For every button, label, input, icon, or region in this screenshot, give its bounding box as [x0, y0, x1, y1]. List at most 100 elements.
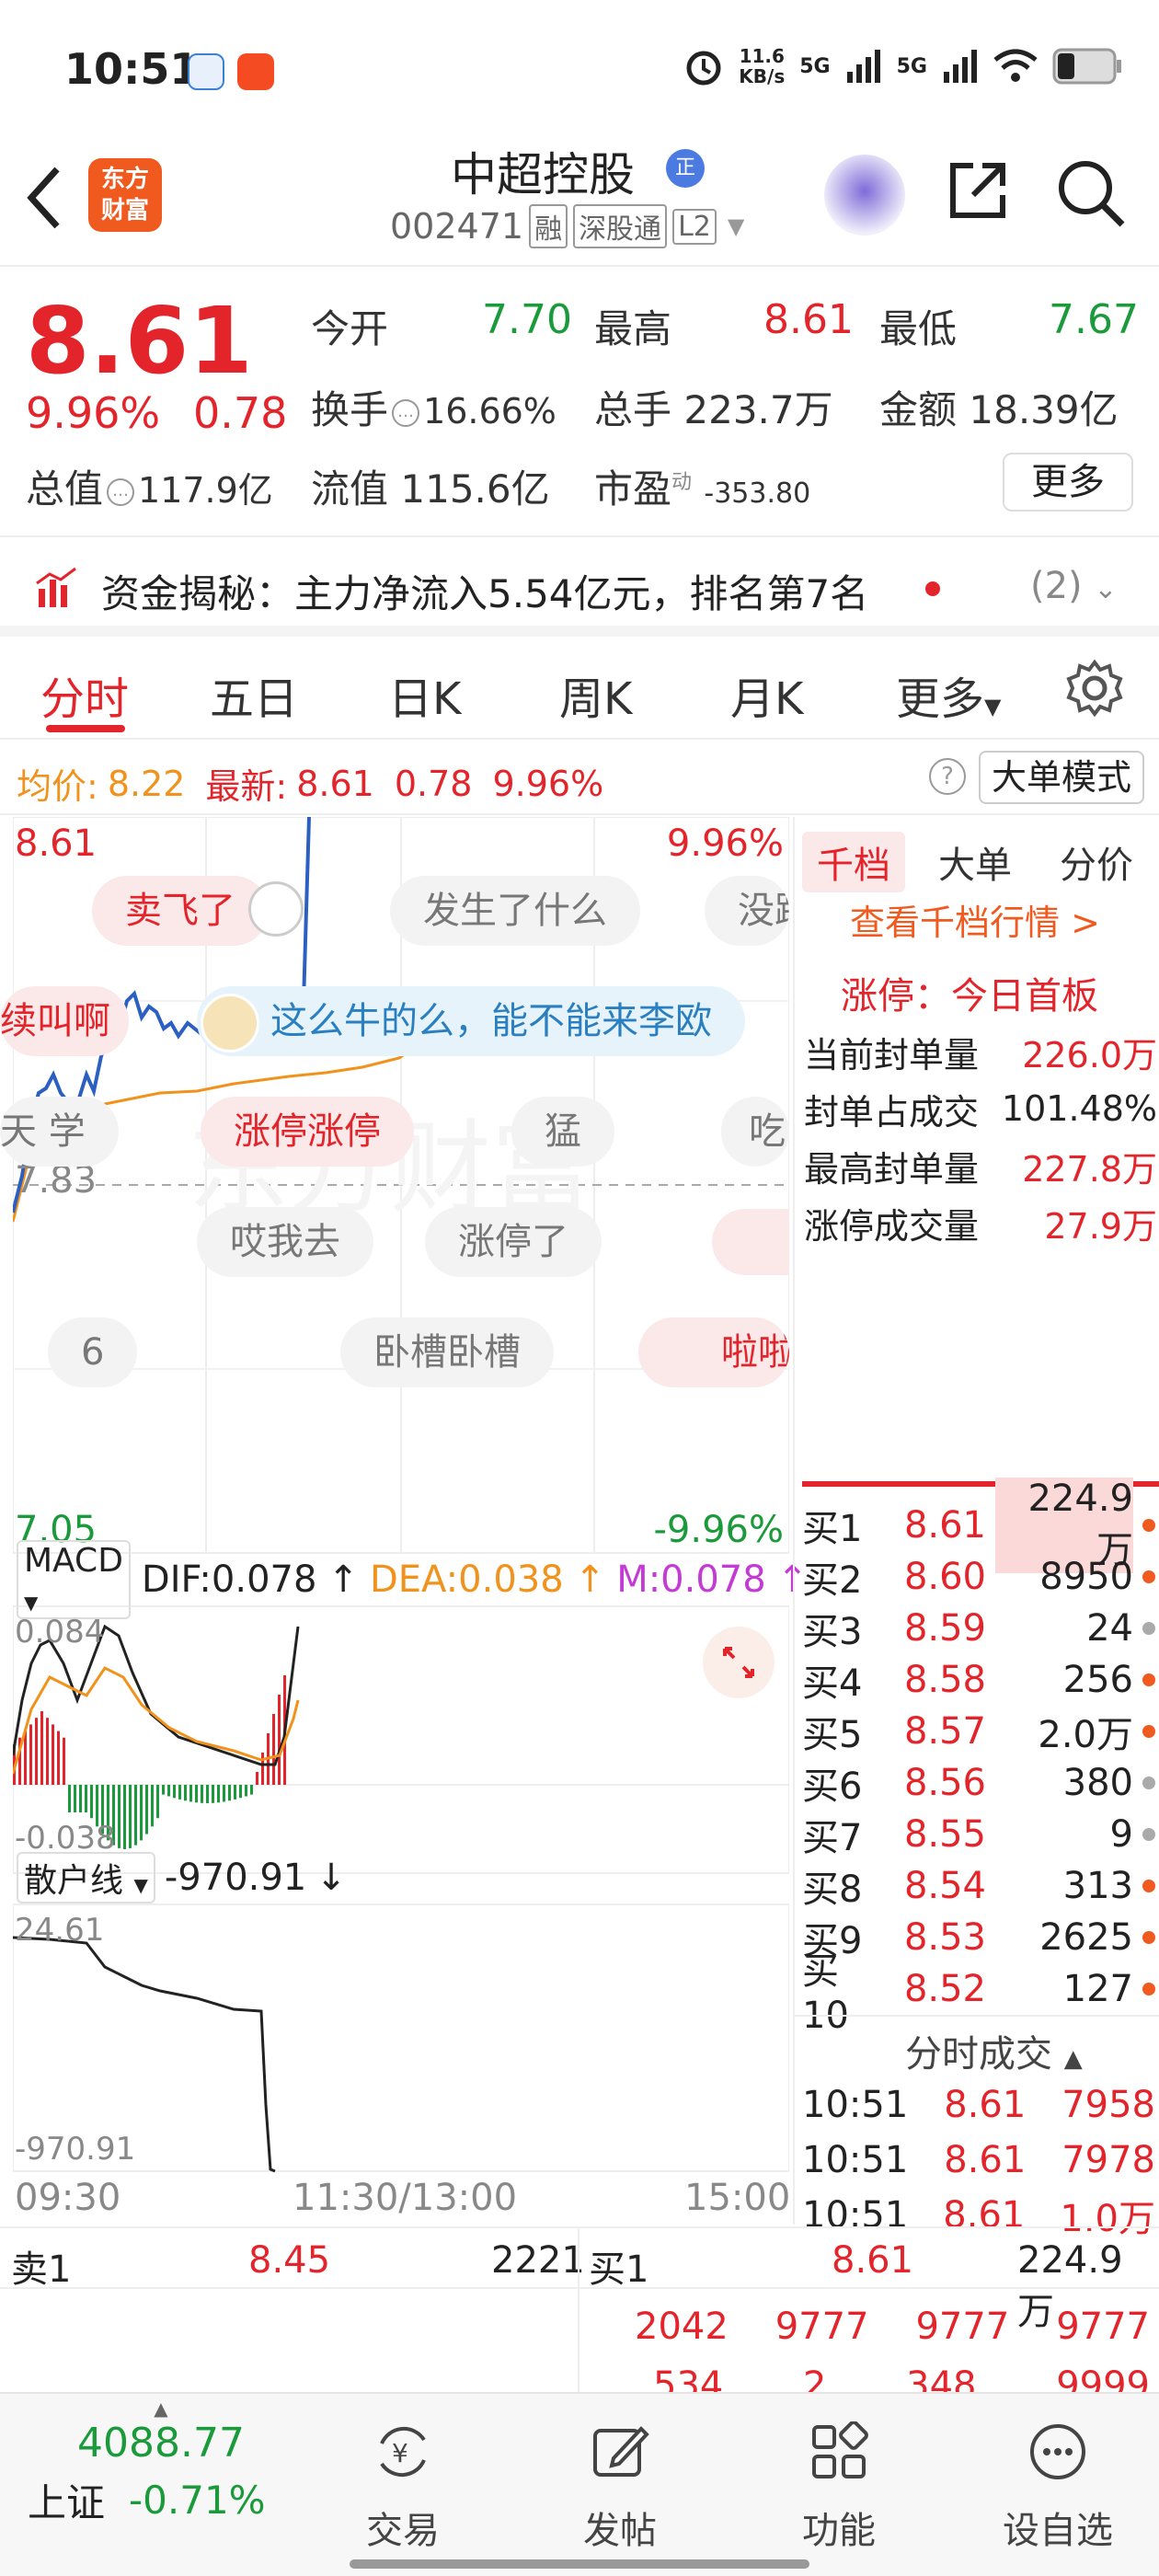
comment-bubble[interactable]: 天 学 — [0, 1097, 119, 1167]
app-notification-icon — [188, 53, 224, 90]
tab-five-day[interactable]: 五日 — [210, 662, 298, 727]
change-percent: 9.96% — [26, 388, 161, 438]
comment-bubble[interactable]: 卖飞了 — [92, 876, 269, 946]
tab-price-dist[interactable]: 分价 — [1060, 835, 1133, 889]
tab-daily-k[interactable]: 日K — [388, 662, 461, 727]
pe-label[interactable]: 市盈动 -353.80 — [594, 458, 810, 514]
current-price: 8.61 — [26, 287, 253, 395]
comment-bubble[interactable]: 猛 — [511, 1097, 614, 1167]
view-levels-link[interactable]: 查看千档行情 > — [850, 894, 1100, 945]
comment-bubble[interactable]: 哎我去 — [197, 1207, 373, 1277]
bar-chart-icon — [36, 567, 76, 607]
comment-bubble[interactable]: 续叫啊 — [0, 986, 129, 1056]
comment-bubble[interactable]: 这么牛的么，能不能来李欧 — [197, 986, 745, 1056]
comment-bubble[interactable]: 卧槽卧槽 — [340, 1317, 554, 1387]
stock-code-row[interactable]: 002471 融 深股通 L2 ▼ — [390, 204, 744, 248]
tab-more[interactable]: 更多▼ — [896, 662, 1001, 727]
comment-bubble[interactable]: 吃 — [721, 1097, 789, 1167]
macd-bar — [156, 1785, 159, 1819]
latest-value: 8.61 — [296, 763, 374, 804]
mktcap-label[interactable]: 总值… 117.9亿 — [26, 458, 273, 514]
stock-header: 东方 财富 中超控股 正 002471 融 深股通 L2 ▼ — [0, 138, 1159, 267]
macd-bar — [173, 1785, 176, 1799]
info-icon: … — [392, 398, 420, 427]
fund-flow-bar[interactable]: 资金揭秘：主力净流入5.54亿元，排名第7名 (2) ⌄ — [0, 535, 1159, 637]
intraday-chart[interactable]: 东方财富 8.61 9.96% 7.83 7.05 -9.96% 卖飞了 发生了… — [0, 817, 808, 2225]
bid-price: 8.57 — [903, 1710, 986, 1753]
index-pct: -0.71% — [129, 2478, 266, 2523]
nav-trade[interactable]: ¥ 交易 — [339, 2421, 467, 2554]
alarm-icon — [686, 51, 721, 86]
amount-value: 18.39亿 — [969, 387, 1119, 432]
bid-row[interactable]: 买3 8.59 24 — [802, 1603, 1155, 1654]
comment-bubble[interactable]: 啦啦 — [638, 1317, 789, 1387]
retail-selector[interactable]: 散户线 ▼ — [17, 1852, 155, 1903]
bid-row[interactable]: 买5 8.57 2.0万 — [802, 1706, 1155, 1757]
search-icon[interactable] — [1056, 158, 1126, 228]
nav-function[interactable]: 功能 — [775, 2421, 903, 2554]
index-widget[interactable]: ▲ 4088.77 上证 -0.71% — [28, 2398, 294, 2528]
bid-row[interactable]: 买2 8.60 8950 — [802, 1551, 1155, 1603]
expand-button[interactable] — [703, 1627, 775, 1698]
bid-row[interactable]: 买1 8.61 224.9万 — [802, 1478, 1155, 1573]
macd-bar — [63, 1737, 65, 1785]
retail-bottom-value: -970.91 — [15, 2131, 136, 2168]
trades-title[interactable]: 分时成交 ▲ — [905, 2024, 1083, 2077]
trade-time: 10:51 — [802, 2139, 909, 2181]
macd-bar — [40, 1711, 43, 1785]
net-speed: 11.6 KB/s — [739, 45, 786, 87]
macd-bar — [57, 1731, 60, 1785]
level1-book: 卖1 8.45 2221 买1 8.61 224.9万 2042 9777 9777… — [0, 2226, 1159, 2407]
index-name: 上证 — [28, 2480, 106, 2525]
bottom-nav: ▲ 4088.77 上证 -0.71% ¥ 交易 发帖 功能 设自选 — [0, 2392, 1159, 2576]
more-button[interactable]: 更多 — [1003, 453, 1133, 512]
high-label: 最高 — [594, 306, 672, 351]
comment-bubble[interactable]: 涨停了 — [425, 1207, 602, 1277]
trade-row: 10:51 8.61 7958 — [802, 2077, 1155, 2133]
bid-qty: 380 — [1062, 1762, 1133, 1804]
ai-assistant-avatar[interactable] — [824, 155, 905, 236]
gear-icon[interactable] — [1065, 659, 1124, 718]
comment-bubble[interactable]: 发生了什么 — [390, 876, 640, 946]
macd-bar — [90, 1785, 93, 1819]
bid-row[interactable]: 买10 8.52 127 — [802, 1950, 1155, 2037]
trade-qty: 7978 — [1061, 2139, 1155, 2181]
bid-label: 买4 — [802, 1662, 863, 1705]
macd-selector[interactable]: MACD ▼ — [17, 1540, 131, 1619]
big-order-mode-button[interactable]: 大单模式 — [979, 751, 1144, 804]
eastmoney-logo[interactable]: 东方 财富 — [88, 158, 162, 232]
help-icon[interactable]: ? — [929, 758, 966, 795]
share-icon[interactable] — [946, 158, 1010, 223]
home-indicator[interactable] — [350, 2559, 809, 2569]
macd-bar — [46, 1718, 49, 1785]
back-button[interactable] — [26, 166, 63, 246]
comment-bubble[interactable]: 6 — [48, 1317, 138, 1387]
macd-dea: DEA:0.038 — [369, 1558, 564, 1601]
turnover-value: 16.66% — [423, 391, 557, 431]
macd-bar — [245, 1785, 247, 1797]
comment-bubble[interactable]: 没跌 — [705, 876, 789, 946]
info-icon: … — [107, 477, 135, 506]
comment-bubble[interactable]: 涨停涨停 — [201, 1097, 414, 1167]
bid-row[interactable]: 买4 8.58 256 — [802, 1654, 1155, 1706]
nav-add-watchlist[interactable]: 设自选 — [993, 2421, 1122, 2554]
tab-intraday[interactable]: 分时 — [40, 662, 129, 727]
tag-connect: 深股通 — [573, 204, 668, 248]
macd-bar — [234, 1785, 236, 1800]
pe-value: -353.80 — [704, 477, 811, 510]
tab-monthly-k[interactable]: 月K — [730, 662, 803, 727]
bid-row[interactable]: 买6 8.56 380 — [802, 1757, 1155, 1809]
bid-row[interactable]: 买7 8.55 9 — [802, 1809, 1155, 1860]
tab-weekly-k[interactable]: 周K — [559, 662, 632, 727]
tab-thousand-levels[interactable]: 千档 — [802, 832, 905, 892]
macd-bar — [206, 1785, 209, 1803]
tab-big-order[interactable]: 大单 — [938, 835, 1012, 889]
fund-flow-text: 资金揭秘：主力净流入5.54亿元，排名第7名 — [101, 571, 869, 616]
avg-line-legend: 均价: 8.22 最新: 8.61 0.78 9.96% — [17, 763, 604, 808]
bid-label: 买10 — [802, 1950, 849, 2037]
bid-row[interactable]: 买8 8.54 313 — [802, 1860, 1155, 1912]
turnover-label[interactable]: 换手… 16.66% — [311, 379, 557, 435]
nav-post[interactable]: 发帖 — [556, 2421, 684, 2554]
open-value: 7.70 — [482, 296, 572, 343]
macd-bar — [217, 1785, 220, 1803]
